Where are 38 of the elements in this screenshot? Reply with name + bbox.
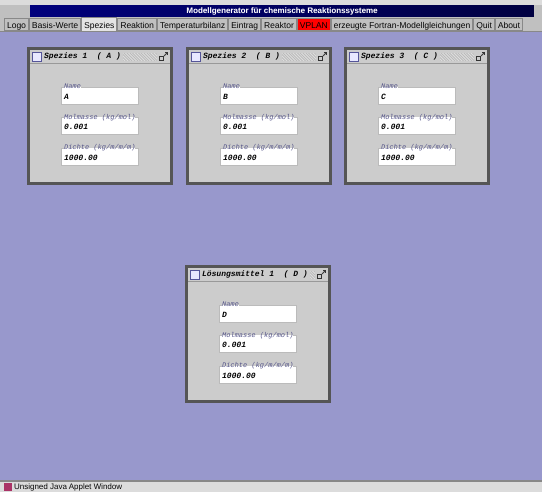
frame-title: Spezies 1 ( A ) (44, 50, 121, 62)
tab[interactable]: Basis-Werte (28, 18, 82, 31)
tab[interactable]: Spezies (81, 17, 118, 31)
title-bar-pattern (122, 52, 157, 60)
field-value: 1000.00 (222, 372, 257, 382)
tab[interactable]: erzeugte Fortran-Modellgleichungen (330, 18, 474, 31)
tab[interactable]: Logo (4, 18, 29, 31)
tab[interactable]: Reaktion (117, 18, 157, 31)
title-bar-pattern (282, 52, 316, 60)
tab[interactable]: Temperaturbilanz (156, 18, 228, 31)
maximize-icon[interactable] (476, 52, 485, 61)
tab[interactable]: Eintrag (228, 18, 262, 31)
maximize-icon[interactable] (317, 270, 326, 279)
field-value: 0.001 (223, 123, 248, 133)
field-value: D (222, 310, 228, 320)
field-value: 0.001 (64, 123, 90, 133)
frame-title: Spezies 2 ( B ) (203, 50, 280, 62)
warning-icon (4, 483, 12, 491)
tab[interactable]: Quit (473, 18, 495, 31)
maximize-icon[interactable] (159, 52, 168, 61)
field-value: 1000.00 (381, 154, 416, 164)
title-bar-pattern (440, 52, 474, 60)
title-bar-pattern (310, 270, 315, 278)
window-title: Modellgenerator für chemische Reaktionssysteme (185, 5, 379, 17)
maximize-icon[interactable] (318, 52, 327, 61)
tab[interactable]: About (494, 18, 524, 31)
field-value: 1000.00 (64, 154, 99, 164)
frame-title: Lösungsmittel 1 ( D ) (202, 268, 308, 280)
status-text: Unsigned Java Applet Window (14, 482, 122, 492)
tab[interactable]: Reaktor (261, 18, 297, 31)
field-value: B (223, 92, 229, 102)
field-value: 0.001 (381, 123, 406, 133)
field-value: C (381, 92, 387, 102)
field-value: 1000.00 (223, 154, 258, 164)
tab[interactable]: VPLAN (296, 18, 331, 31)
field-value: A (64, 92, 70, 102)
frame-title: Spezies 3 ( C ) (361, 50, 438, 62)
field-value: 0.001 (222, 341, 248, 351)
